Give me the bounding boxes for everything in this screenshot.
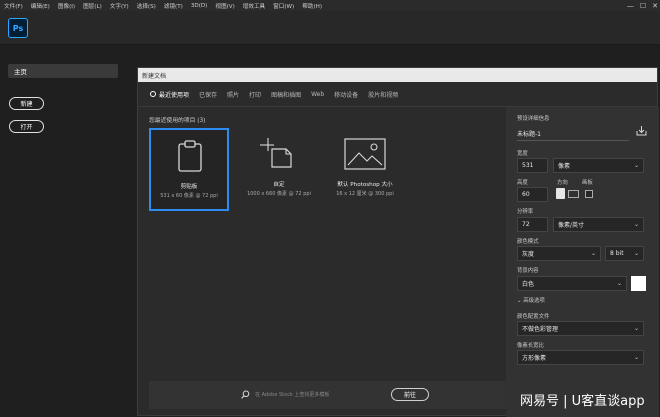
preset-tabs: 最近使用项 已保存 照片 打印 图稿和插图 Web 移动设备 胶片和视频 [138, 82, 657, 107]
width-input[interactable]: 531 [517, 158, 548, 173]
artboard-checkbox[interactable] [585, 190, 593, 198]
portrait-orientation-icon[interactable] [556, 188, 565, 199]
chevron-down-icon: ⌄ [633, 162, 639, 169]
preset-dims: 1000 x 660 像素 @ 72 ppi [247, 191, 311, 197]
background-color-swatch[interactable] [631, 276, 646, 291]
color-profile-label: 颜色配置文件 [517, 314, 550, 320]
tab-film-video[interactable]: 胶片和视频 [368, 90, 398, 99]
resolution-unit-value: 像素/英寸 [558, 222, 585, 229]
chevron-down-icon: ⌄ [616, 280, 622, 287]
tab-print[interactable]: 打印 [249, 90, 261, 99]
menu-plugins[interactable]: 增效工具 [239, 2, 269, 10]
color-mode-label: 颜色模式 [517, 239, 539, 245]
tab-recent-label: 最近使用项 [159, 91, 190, 99]
chevron-down-icon: ⌄ [633, 250, 639, 257]
tab-photo[interactable]: 照片 [227, 90, 239, 99]
chevron-down-icon: ⌄ [590, 250, 596, 257]
maximize-icon[interactable]: ☐ [640, 2, 646, 10]
menu-file[interactable]: 文件(F) [0, 2, 27, 10]
name-underline [517, 140, 629, 141]
menu-help[interactable]: 帮助(H) [298, 2, 326, 10]
menu-view[interactable]: 视图(V) [211, 2, 238, 10]
resolution-input[interactable]: 72 [517, 217, 548, 232]
width-unit-select[interactable]: 像素 ⌄ [553, 158, 644, 173]
dialog-title: 新建文档 [138, 68, 657, 82]
bit-depth-select[interactable]: 8 bit ⌄ [605, 246, 644, 261]
tab-mobile[interactable]: 移动设备 [334, 90, 358, 99]
artboard-label: 画板 [582, 180, 593, 186]
bit-depth-value: 8 bit [610, 250, 624, 257]
menu-filter[interactable]: 滤镜(T) [160, 2, 187, 10]
home-nav-item[interactable]: 主页 [8, 64, 118, 78]
watermark: 网易号 | U客直谈app [520, 394, 645, 409]
save-preset-icon[interactable] [636, 125, 647, 136]
menu-type[interactable]: 文字(Y) [106, 2, 133, 10]
open-button[interactable]: 打开 [9, 120, 44, 133]
width-label: 宽度 [517, 151, 528, 157]
menu-select[interactable]: 选择(S) [133, 2, 160, 10]
menu-3d[interactable]: 3D(D) [187, 3, 212, 9]
width-unit-value: 像素 [558, 163, 571, 170]
background-label: 背景内容 [517, 268, 539, 274]
preset-dims: 16 x 12 厘米 @ 300 ppi [336, 191, 394, 197]
preset-details-heading: 预设详细信息 [517, 116, 550, 122]
background-value: 白色 [522, 281, 535, 288]
app-bar: Ps [0, 11, 660, 45]
pixel-aspect-select[interactable]: 方形像素 ⌄ [517, 350, 644, 365]
menu-window[interactable]: 窗口(W) [269, 2, 298, 10]
color-mode-select[interactable]: 灰度 ⌄ [517, 246, 601, 261]
resolution-unit-select[interactable]: 像素/英寸 ⌄ [553, 217, 644, 232]
menu-edit[interactable]: 编辑(E) [27, 2, 54, 10]
landscape-orientation-icon[interactable] [568, 190, 579, 198]
preset-name: 自定 [273, 182, 285, 188]
new-button[interactable]: 新建 [9, 97, 44, 110]
stock-search-bar: 在 Adobe Stock 上查找更多模板 前往 [149, 381, 508, 409]
tab-web[interactable]: Web [311, 91, 324, 98]
preset-dims: 531 x 60 像素 @ 72 ppi [160, 193, 218, 199]
chevron-down-icon: ⌄ [633, 325, 639, 332]
stock-search-input[interactable]: 在 Adobe Stock 上查找更多模板 [255, 391, 329, 398]
chevron-down-icon: ⌄ [633, 354, 639, 361]
preset-details-panel: 预设详细信息 未标题-1 宽度 531 像素 ⌄ 高度 方向 画板 60 分辨率… [506, 107, 659, 417]
preset-card-clipboard[interactable]: 剪贴板 531 x 60 像素 @ 72 ppi [149, 128, 229, 211]
preset-name: 默认 Photoshop 大小 [337, 182, 393, 188]
tab-recent[interactable]: 最近使用项 [150, 90, 189, 99]
pixel-aspect-value: 方形像素 [522, 355, 547, 362]
color-profile-value: 不做色彩管理 [522, 326, 559, 333]
color-profile-select[interactable]: 不做色彩管理 ⌄ [517, 321, 644, 336]
close-icon[interactable]: ✕ [652, 2, 658, 10]
color-mode-value: 灰度 [522, 251, 535, 258]
pixel-aspect-label: 像素长宽比 [517, 343, 544, 349]
resolution-label: 分辨率 [517, 209, 534, 215]
go-button[interactable]: 前往 [391, 388, 429, 401]
menu-bar: 文件(F) 编辑(E) 图像(I) 图层(L) 文字(Y) 选择(S) 滤镜(T… [0, 0, 660, 11]
chevron-down-icon: ⌄ [633, 221, 639, 228]
document-name-field[interactable]: 未标题-1 [517, 129, 541, 138]
height-input[interactable]: 60 [517, 187, 548, 202]
minimize-icon[interactable]: — [627, 2, 634, 10]
menu-image[interactable]: 图像(I) [54, 2, 79, 10]
clipboard-icon [178, 140, 202, 172]
orientation-label: 方向 [557, 180, 568, 186]
image-placeholder-icon [344, 138, 386, 170]
clock-icon [150, 91, 156, 97]
preset-name: 剪贴板 [180, 184, 198, 190]
tab-art-illustration[interactable]: 图稿和插图 [271, 90, 301, 99]
advanced-options-toggle[interactable]: ⌄ 高级选项 [517, 296, 545, 304]
height-label: 高度 [517, 180, 528, 186]
search-icon [241, 390, 250, 399]
menu-layer[interactable]: 图层(L) [79, 2, 106, 10]
custom-document-icon [260, 138, 292, 168]
preset-card-custom[interactable]: 自定 1000 x 660 像素 @ 72 ppi [239, 128, 319, 211]
advanced-options-label: 高级选项 [523, 298, 545, 304]
recent-items-heading: 您最近使用的项目 (3) [149, 118, 206, 124]
background-select[interactable]: 白色 ⌄ [517, 276, 627, 291]
photoshop-logo[interactable]: Ps [8, 18, 28, 38]
preset-card-default-photoshop[interactable]: 默认 Photoshop 大小 16 x 12 厘米 @ 300 ppi [325, 128, 405, 211]
tab-saved[interactable]: 已保存 [199, 90, 217, 99]
new-document-dialog: 新建文档 最近使用项 已保存 照片 打印 图稿和插图 Web 移动设备 胶片和视… [137, 67, 659, 417]
